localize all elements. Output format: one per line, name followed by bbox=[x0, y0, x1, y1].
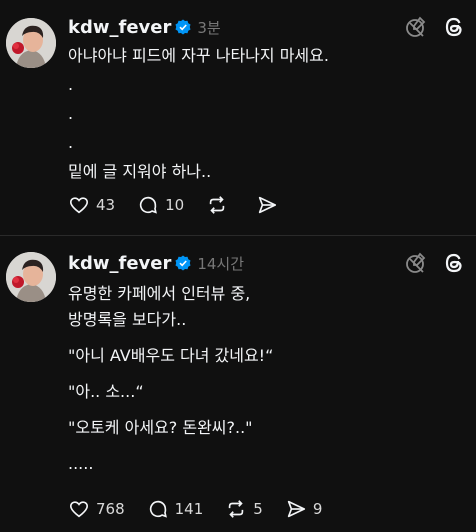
share-button[interactable] bbox=[256, 194, 284, 216]
post-text-line: "아.. 소...“ bbox=[68, 382, 144, 401]
post-actions: 43 10 bbox=[68, 194, 284, 216]
post-text-line: 밑에 글 지워야 하나.. bbox=[68, 162, 212, 181]
like-count: 43 bbox=[96, 196, 116, 214]
repost-button[interactable]: 5 bbox=[225, 498, 263, 520]
reply-button[interactable]: 10 bbox=[137, 194, 184, 216]
post-text: 유명한 카페에서 인터뷰 중, 방명록을 보다가.. "아니 AV배우도 다녀 … bbox=[68, 281, 460, 477]
thread-post: kdw_fever 3분 아냐아냐 피드에 자꾸 나타나지 마세요. . . .… bbox=[0, 0, 476, 236]
username[interactable]: kdw_fever bbox=[68, 17, 171, 38]
reply-count: 141 bbox=[174, 500, 204, 518]
post-header: kdw_fever 14시간 bbox=[68, 236, 460, 275]
hide-icon[interactable] bbox=[404, 15, 428, 39]
threads-logo-icon[interactable] bbox=[442, 251, 466, 275]
hide-icon[interactable] bbox=[404, 251, 428, 275]
post-text-line: . bbox=[68, 75, 74, 94]
username[interactable]: kdw_fever bbox=[68, 253, 171, 274]
repost-button[interactable] bbox=[206, 194, 234, 216]
like-button[interactable]: 768 bbox=[68, 498, 125, 520]
post-text-line: 유명한 카페에서 인터뷰 중, bbox=[68, 284, 251, 303]
post-time: 3분 bbox=[197, 18, 221, 37]
post-text-line: . bbox=[68, 104, 74, 123]
send-icon bbox=[287, 500, 305, 518]
post-text-line: ..... bbox=[68, 454, 94, 473]
post-time: 14시간 bbox=[197, 254, 245, 273]
comment-icon bbox=[139, 196, 158, 214]
reply-count: 10 bbox=[165, 196, 185, 214]
thread-post: kdw_fever 14시간 유명한 카페에서 인터뷰 중, 방명록을 보다가.… bbox=[0, 236, 476, 532]
like-count: 768 bbox=[96, 500, 125, 518]
post-actions: 768 141 5 9 bbox=[68, 498, 322, 520]
verified-badge-icon bbox=[175, 255, 191, 271]
like-button[interactable]: 43 bbox=[68, 194, 115, 216]
post-text-line: 아냐아냐 피드에 자꾸 나타나지 마세요. bbox=[68, 46, 329, 65]
repost-icon bbox=[209, 196, 225, 214]
repost-icon bbox=[229, 500, 244, 518]
repost-count: 5 bbox=[253, 500, 263, 518]
post-header: kdw_fever 3분 bbox=[68, 0, 460, 39]
heart-icon bbox=[69, 501, 89, 518]
comment-icon bbox=[149, 500, 167, 518]
send-icon bbox=[259, 196, 277, 214]
threads-logo-icon[interactable] bbox=[442, 15, 466, 39]
share-count: 9 bbox=[312, 500, 323, 518]
post-text: 아냐아냐 피드에 자꾸 나타나지 마세요. . . . 밑에 글 지워야 하나.… bbox=[68, 43, 460, 188]
avatar[interactable] bbox=[6, 18, 56, 68]
post-text-line: 방명록을 보다가.. bbox=[68, 310, 187, 329]
avatar[interactable] bbox=[6, 252, 56, 302]
reply-button[interactable]: 141 bbox=[147, 498, 204, 520]
verified-badge-icon bbox=[175, 19, 191, 35]
post-text-line: "오토케 아세요? 돈완씨?.." bbox=[68, 418, 253, 437]
post-text-line: "아니 AV배우도 다녀 갔네요!“ bbox=[68, 346, 274, 365]
post-text-line: . bbox=[68, 133, 74, 152]
share-button[interactable]: 9 bbox=[285, 498, 323, 520]
heart-icon bbox=[69, 197, 89, 214]
